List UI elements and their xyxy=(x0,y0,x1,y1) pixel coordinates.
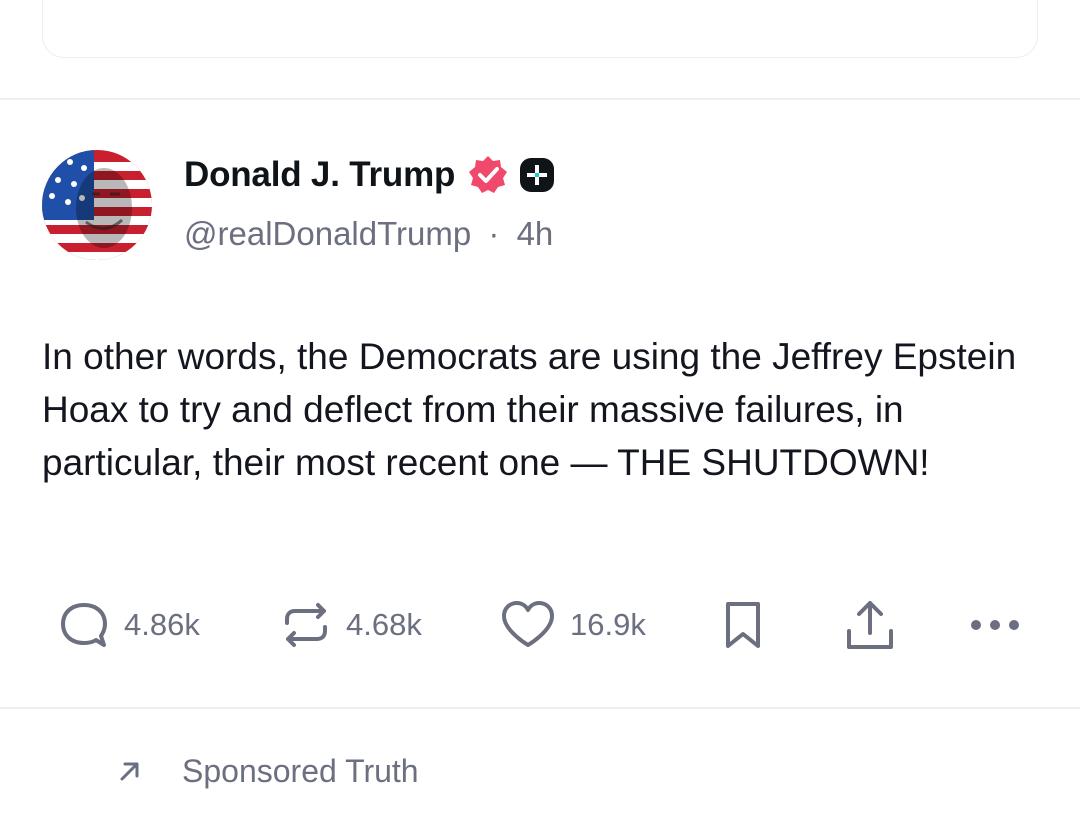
share-button[interactable] xyxy=(843,595,897,655)
author-handle[interactable]: @realDonaldTrump xyxy=(184,215,471,252)
divider xyxy=(0,707,1080,709)
action-bar: 4.86k 4.68k 16.9k xyxy=(0,595,1080,655)
arrow-up-right-icon xyxy=(120,762,139,781)
previous-post-card[interactable] xyxy=(42,0,1038,58)
author-row: Donald J. Trump xyxy=(184,150,555,200)
sponsored-label: Sponsored Truth xyxy=(182,752,419,789)
flag-portrait-icon xyxy=(42,150,152,260)
heart-icon xyxy=(502,601,554,647)
reply-icon xyxy=(61,603,107,647)
plus-badge-icon xyxy=(519,157,555,193)
bookmark-icon xyxy=(726,602,760,648)
more-dots-icon xyxy=(971,620,1019,630)
retruth-icon xyxy=(285,603,327,647)
sponsored-truth-row[interactable]: Sponsored Truth xyxy=(116,748,419,794)
handle-row: @realDonaldTrump · 4h xyxy=(184,215,553,253)
retruth-count: 4.68k xyxy=(346,607,422,642)
more-options-button[interactable] xyxy=(968,595,1022,655)
share-icon xyxy=(847,601,893,649)
post-text: In other words, the Democrats are using … xyxy=(42,336,1017,483)
reply-button[interactable]: 4.86k xyxy=(58,595,200,655)
divider xyxy=(0,98,1080,100)
verified-badge-icon xyxy=(467,154,509,196)
retruth-button[interactable]: 4.68k xyxy=(280,595,422,655)
reply-count: 4.86k xyxy=(124,607,200,642)
separator-dot: · xyxy=(488,215,500,252)
feed: Donald J. Trump @realDonaldTrump · 4h In… xyxy=(0,0,1080,815)
author-name[interactable]: Donald J. Trump xyxy=(184,155,455,195)
like-button[interactable]: 16.9k xyxy=(500,595,646,655)
like-count: 16.9k xyxy=(570,607,646,642)
post-time[interactable]: 4h xyxy=(517,215,554,252)
bookmark-button[interactable] xyxy=(720,595,766,655)
avatar[interactable] xyxy=(42,150,152,260)
